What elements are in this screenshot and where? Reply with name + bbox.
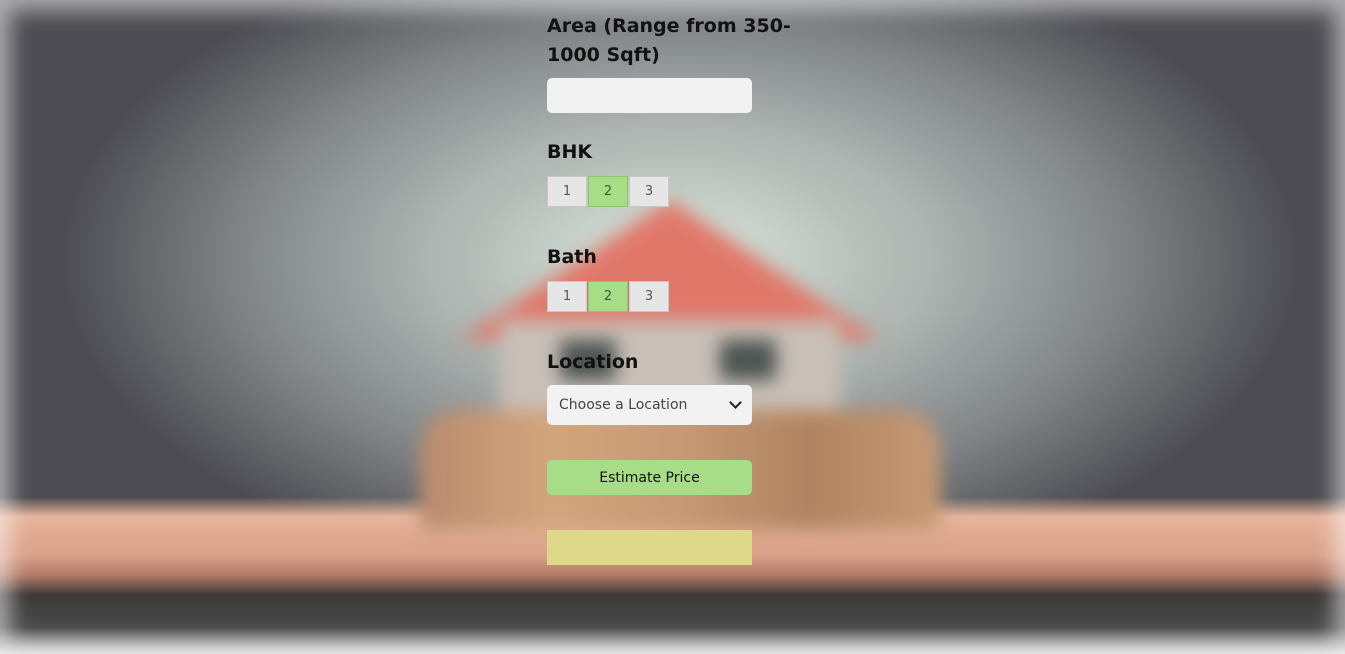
bhk-option-1[interactable]: 1 [547,176,587,207]
bhk-label: BHK [547,141,593,163]
bath-label: Bath [547,246,597,268]
estimated-price-result [547,530,752,565]
bhk-selector: 1 2 3 [547,176,669,207]
bath-selector: 1 2 3 [547,281,669,312]
bhk-option-3[interactable]: 3 [629,176,669,207]
bhk-option-2[interactable]: 2 [588,176,628,207]
location-select-value: Choose a Location [559,397,688,413]
bath-option-2[interactable]: 2 [588,281,628,312]
chevron-down-icon [729,396,742,409]
area-label: Area (Range from 350-1000 Sqft) [547,15,791,66]
area-input[interactable] [547,78,752,113]
location-label: Location [547,351,639,373]
bath-option-1[interactable]: 1 [547,281,587,312]
estimate-price-button[interactable]: Estimate Price [547,460,752,495]
location-select[interactable]: Choose a Location [547,385,752,425]
bath-option-3[interactable]: 3 [629,281,669,312]
